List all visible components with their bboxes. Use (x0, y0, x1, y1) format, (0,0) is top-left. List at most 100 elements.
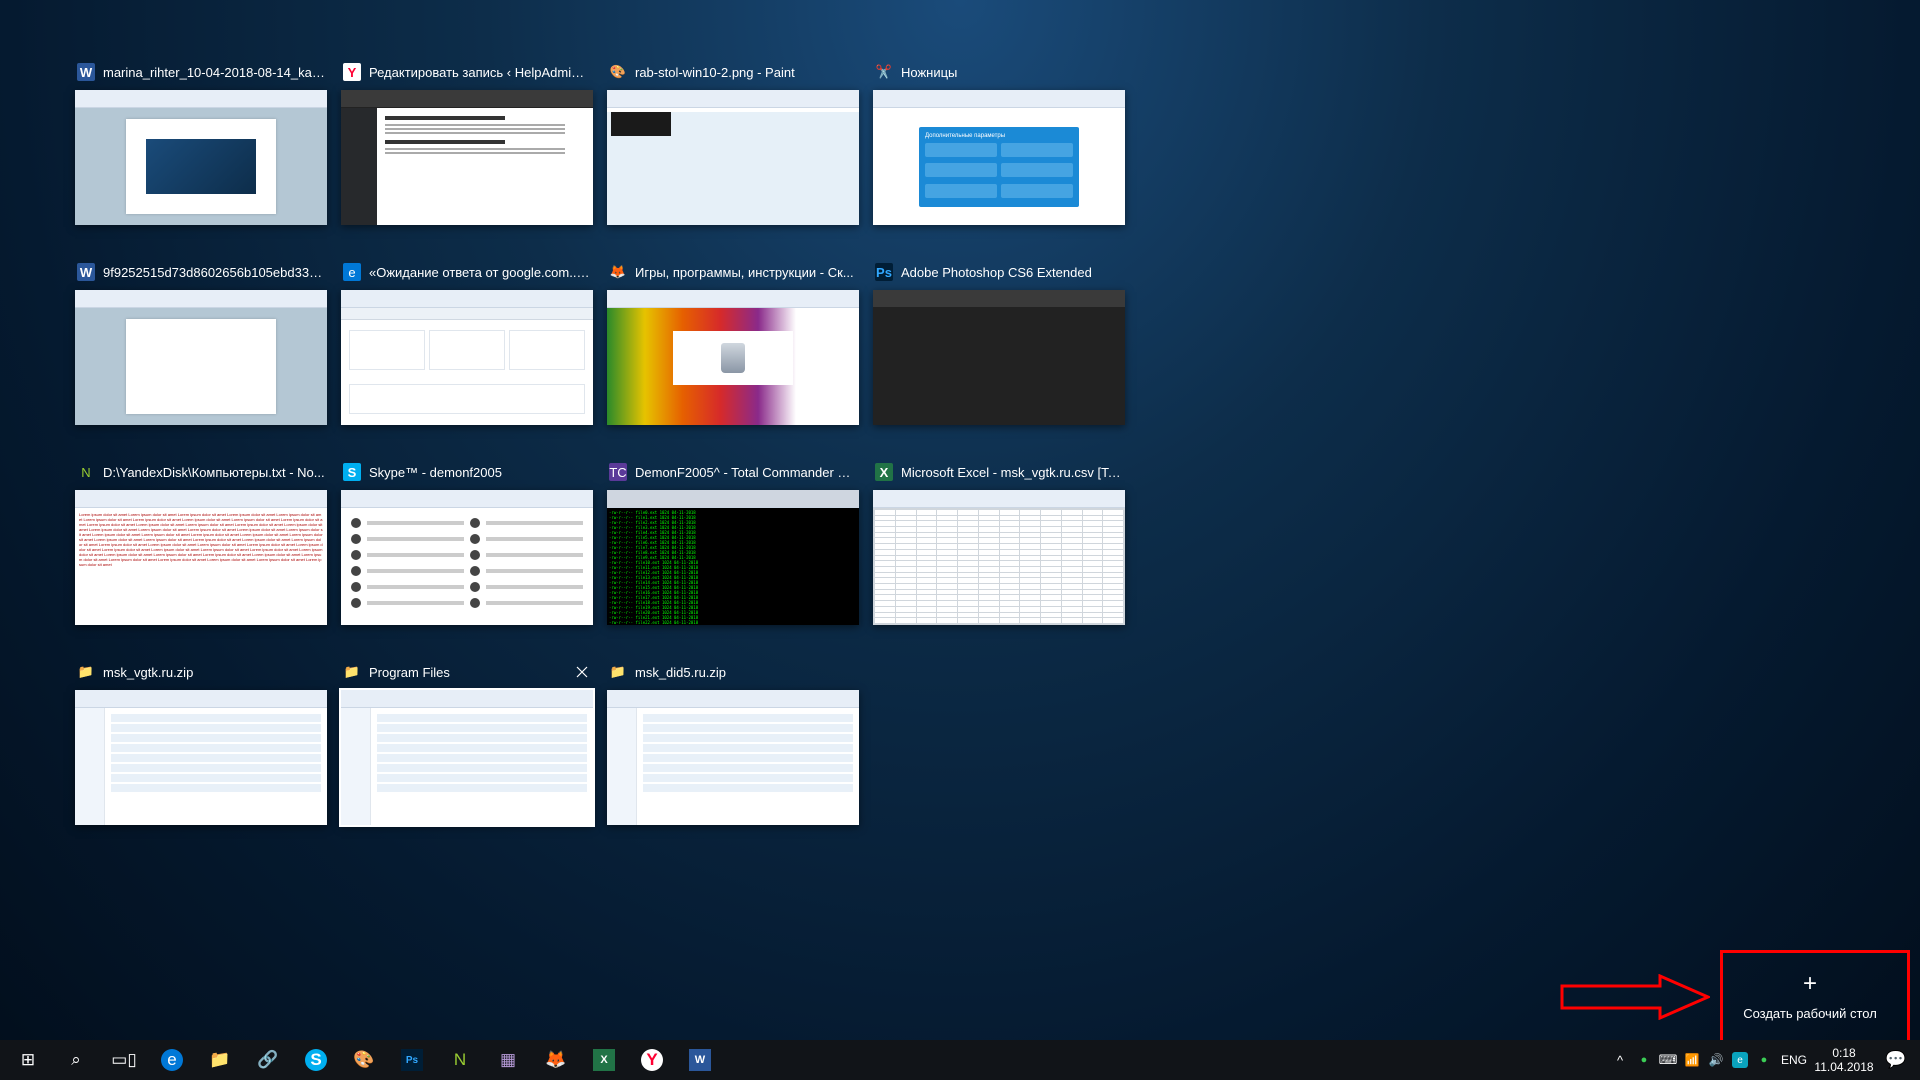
window-title: Microsoft Excel - msk_vgtk.ru.csv [To... (901, 465, 1123, 480)
window-thumbnail[interactable]: 📁Program Files (341, 660, 593, 825)
notification-icon: 💬 (1885, 1050, 1906, 1070)
window-preview[interactable] (607, 290, 859, 425)
window-preview[interactable] (607, 90, 859, 225)
task-view-button[interactable]: ▭▯ (100, 1040, 148, 1080)
close-button[interactable] (573, 663, 591, 681)
word-icon: W (77, 63, 95, 81)
window-thumbnail[interactable]: TCDemonF2005^ - Total Commander 8....-rw… (607, 460, 859, 625)
window-thumbnail[interactable]: W9f9252515d73d8602656b105ebd338c... (75, 260, 327, 425)
notepadpp-button[interactable]: N (436, 1040, 484, 1080)
yandex-button[interactable]: Y (628, 1040, 676, 1080)
window-thumbnail[interactable]: 🎨 rab-stol-win10-2.png - Paint (607, 60, 859, 225)
window-title: Program Files (369, 665, 565, 680)
start-icon: ⊞ (21, 1050, 35, 1070)
word-icon: W (77, 263, 95, 281)
window-thumbnail[interactable]: Ps Adobe Photoshop CS6 Extended (873, 260, 1125, 425)
window-thumbnail[interactable]: 📁msk_vgtk.ru.zip (75, 660, 327, 825)
folder-icon: 📁 (77, 663, 95, 681)
window-preview[interactable] (873, 490, 1125, 625)
window-header: e «Ожидание ответа от google.com...»... (341, 260, 593, 284)
window-thumbnail[interactable]: YРедактировать запись ‹ HelpAdmins.... (341, 60, 593, 225)
window-title: DemonF2005^ - Total Commander 8.... (635, 465, 857, 480)
search-button[interactable]: ⌕ (52, 1040, 100, 1080)
window-title: rab-stol-win10-2.png - Paint (635, 65, 857, 80)
window-title: Skype™ - demonf2005 (369, 465, 591, 480)
firefox-icon: 🦊 (609, 263, 627, 281)
window-preview[interactable]: Lorem ipsum dolor sit amet Lorem ipsum d… (75, 490, 327, 625)
totalcmd-button[interactable]: ▦ (484, 1040, 532, 1080)
notepadpp-icon: N (454, 1050, 466, 1070)
window-header: 📁Program Files (341, 660, 593, 684)
firefox-button[interactable]: 🦊 (532, 1040, 580, 1080)
window-thumbnail[interactable]: ✂️НожницыДополнительные параметры (873, 60, 1125, 225)
window-thumbnail[interactable]: X Microsoft Excel - msk_vgtk.ru.csv [To..… (873, 460, 1125, 625)
window-preview[interactable] (75, 290, 327, 425)
plus-icon: + (1803, 970, 1817, 998)
share-button[interactable]: 🔗 (244, 1040, 292, 1080)
system-tray: ^●⌨📶🔊e● (1608, 1040, 1776, 1080)
photoshop-icon: Ps (875, 263, 893, 281)
tray-chevron-icon[interactable]: ^ (1608, 1040, 1632, 1080)
window-header: Ps Adobe Photoshop CS6 Extended (873, 260, 1125, 284)
skype-icon: S (305, 1049, 327, 1071)
window-thumbnail[interactable]: ND:\YandexDisk\Компьютеры.txt - No... Lor… (75, 460, 327, 625)
window-preview[interactable]: -rw-r--r-- file0.ext 1024 04-11-2018-rw-… (607, 490, 859, 625)
window-thumbnail[interactable]: SSkype™ - demonf2005 (341, 460, 593, 625)
window-preview[interactable] (873, 290, 1125, 425)
window-header: 📁msk_did5.ru.zip (607, 660, 859, 684)
explorer-icon: 📁 (209, 1050, 230, 1070)
photoshop-button[interactable]: Ps (388, 1040, 436, 1080)
window-preview[interactable] (341, 490, 593, 625)
clock[interactable]: 0:18 11.04.2018 (1812, 1046, 1876, 1074)
window-title: «Ожидание ответа от google.com...»... (369, 265, 591, 280)
tray-yadisk-icon[interactable]: ● (1632, 1040, 1656, 1080)
scissors-icon: ✂️ (875, 63, 893, 81)
close-icon (576, 666, 588, 678)
notepadpp-icon: N (77, 463, 95, 481)
window-preview[interactable] (75, 90, 327, 225)
start-button[interactable]: ⊞ (4, 1040, 52, 1080)
tray-app1-icon[interactable]: e (1728, 1040, 1752, 1080)
edge-icon: e (161, 1049, 183, 1071)
paint-icon: 🎨 (609, 63, 627, 81)
explorer-button[interactable]: 📁 (196, 1040, 244, 1080)
window-thumbnail[interactable]: 📁msk_did5.ru.zip (607, 660, 859, 825)
excel-icon: X (875, 463, 893, 481)
window-thumbnail[interactable]: 🦊Игры, программы, инструкции - Ск... (607, 260, 859, 425)
action-center-button[interactable]: 💬 (1876, 1040, 1916, 1080)
window-header: 🦊Игры, программы, инструкции - Ск... (607, 260, 859, 284)
window-preview[interactable] (341, 90, 593, 225)
yandex-icon: Y (641, 1049, 663, 1071)
skype-button[interactable]: S (292, 1040, 340, 1080)
word-button[interactable]: W (676, 1040, 724, 1080)
window-header: ND:\YandexDisk\Компьютеры.txt - No... (75, 460, 327, 484)
paint-icon: 🎨 (353, 1050, 374, 1070)
yandex-icon: Y (343, 63, 361, 81)
window-header: 🎨 rab-stol-win10-2.png - Paint (607, 60, 859, 84)
window-header: 📁msk_vgtk.ru.zip (75, 660, 327, 684)
edge-button[interactable]: e (148, 1040, 196, 1080)
paint-button[interactable]: 🎨 (340, 1040, 388, 1080)
search-icon: ⌕ (71, 1050, 81, 1070)
window-preview[interactable] (75, 690, 327, 825)
tray-app2-icon[interactable]: ● (1752, 1040, 1776, 1080)
window-preview[interactable] (607, 690, 859, 825)
window-preview[interactable] (341, 690, 593, 825)
tray-volume-icon[interactable]: 🔊 (1704, 1040, 1728, 1080)
window-title: Adobe Photoshop CS6 Extended (901, 265, 1123, 280)
tray-keyboard-icon[interactable]: ⌨ (1656, 1040, 1680, 1080)
tray-wifi-icon[interactable]: 📶 (1680, 1040, 1704, 1080)
excel-button[interactable]: X (580, 1040, 628, 1080)
window-preview[interactable]: Дополнительные параметры (873, 90, 1125, 225)
task-view-icon: ▭▯ (111, 1050, 136, 1070)
edge-icon: e (343, 263, 361, 281)
window-header: X Microsoft Excel - msk_vgtk.ru.csv [To..… (873, 460, 1125, 484)
taskbar: ⊞⌕▭▯e📁🔗S🎨PsN▦🦊XYW ^●⌨📶🔊e● ENG 0:18 11.04… (0, 1040, 1920, 1080)
new-desktop-button[interactable]: + Создать рабочий стол (1730, 955, 1890, 1035)
excel-icon: X (593, 1049, 615, 1071)
language-indicator[interactable]: ENG (1776, 1040, 1812, 1080)
window-preview[interactable] (341, 290, 593, 425)
annotation-arrow-icon (1560, 974, 1710, 1020)
window-thumbnail[interactable]: Wmarina_rihter_10-04-2018-08-14_kak_... (75, 60, 327, 225)
window-thumbnail[interactable]: e «Ожидание ответа от google.com...»... (341, 260, 593, 425)
